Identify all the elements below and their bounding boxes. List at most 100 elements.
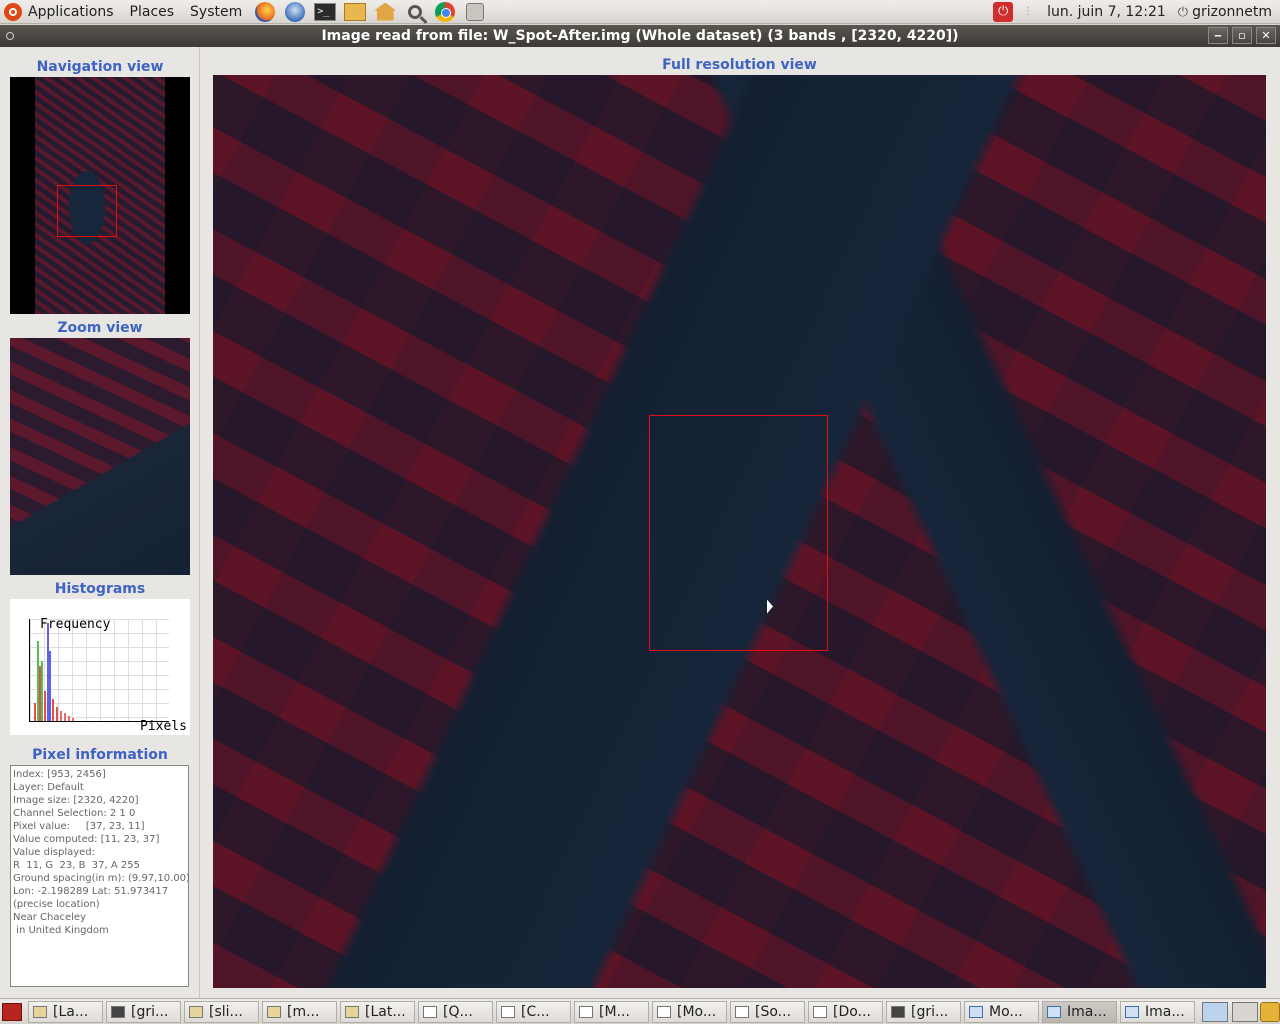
left-panel: Navigation view Zoom view Histograms Fre… bbox=[0, 47, 200, 998]
pixel-information-title: Pixel information bbox=[32, 747, 168, 763]
taskbar-item[interactable]: [Do... bbox=[808, 1000, 883, 1023]
taskbar-item-label: [gri... bbox=[911, 1003, 949, 1020]
taskbar-item[interactable]: [m... bbox=[262, 1000, 337, 1023]
applications-menu[interactable]: Applications bbox=[0, 0, 122, 24]
taskbar-item[interactable]: Mo... bbox=[964, 1000, 1039, 1023]
pixel-information-box: Index: [953, 2456] Layer: Default Image … bbox=[10, 765, 190, 987]
histogram-bar bbox=[44, 691, 46, 721]
pixel-info-line: Pixel value: [37, 23, 11] bbox=[13, 821, 145, 832]
histogram-bar bbox=[60, 711, 62, 721]
zoom-view-title: Zoom view bbox=[57, 320, 143, 336]
taskbar-item[interactable]: [gri... bbox=[886, 1000, 961, 1023]
pixel-info-line: (precise location) bbox=[13, 899, 100, 910]
terminal-icon: >_ bbox=[314, 2, 337, 21]
pixel-info-line: Value computed: [11, 23, 37] bbox=[13, 834, 160, 845]
pixel-info-line: R 11, G 23, B 37, A 255 bbox=[13, 860, 140, 871]
chrome-icon bbox=[435, 1, 456, 22]
taskbar-item[interactable]: [So... bbox=[730, 1000, 805, 1023]
taskbar-item[interactable]: Ima... bbox=[1120, 1000, 1195, 1023]
histogram-bar bbox=[72, 718, 74, 721]
home-folder-icon bbox=[374, 2, 397, 21]
file-manager-icon bbox=[344, 2, 367, 21]
clock[interactable]: lun. juin 7, 12:21 bbox=[1039, 4, 1174, 20]
taskbar-item-label: [m... bbox=[287, 1003, 320, 1020]
terminal-launcher[interactable]: >_ bbox=[313, 0, 337, 24]
window-titlebar[interactable]: Image read from file: W_Spot-After.img (… bbox=[0, 25, 1280, 47]
taskbar-item-label: Ima... bbox=[1067, 1003, 1107, 1020]
taskbar-item[interactable]: [Mo... bbox=[652, 1000, 727, 1023]
maximize-button[interactable]: ▫ bbox=[1232, 27, 1252, 44]
histogram-bar bbox=[64, 713, 66, 721]
editor-icon bbox=[579, 1005, 593, 1018]
taskbar-item-label: [gri... bbox=[131, 1003, 169, 1020]
histogram-axes bbox=[29, 619, 169, 722]
image-viewer-app: Navigation view Zoom view Histograms Fre… bbox=[0, 47, 1280, 998]
pixel-info-line: Value displayed: bbox=[13, 847, 96, 858]
search-launcher[interactable] bbox=[403, 0, 427, 24]
pixel-info-line: Layer: Default bbox=[13, 782, 84, 793]
zoom-view[interactable] bbox=[10, 338, 190, 575]
window-icon bbox=[969, 1005, 983, 1018]
trash-icon[interactable] bbox=[1260, 1001, 1280, 1022]
top-panel: Applications Places System >_ ⏻ ⋮ lun. j… bbox=[0, 0, 1280, 24]
taskbar-item[interactable]: [Lat... bbox=[340, 1000, 415, 1023]
show-desktop-button[interactable] bbox=[2, 1002, 22, 1021]
folder-icon bbox=[267, 1005, 281, 1018]
navigation-viewport-frame[interactable] bbox=[57, 185, 117, 237]
pixel-info-line: Channel Selection: 2 1 0 bbox=[13, 808, 136, 819]
thunderbird-launcher[interactable] bbox=[283, 0, 307, 24]
user-name: grizonnetm bbox=[1192, 3, 1272, 20]
firefox-launcher[interactable] bbox=[253, 0, 277, 24]
taskbar-item-label: Ima... bbox=[1145, 1003, 1185, 1020]
system-menu[interactable]: System bbox=[182, 0, 250, 24]
files-launcher[interactable] bbox=[343, 0, 367, 24]
terminal-icon bbox=[111, 1005, 125, 1018]
applications-menu-label: Applications bbox=[28, 3, 114, 20]
misc-launcher[interactable] bbox=[463, 0, 487, 24]
home-launcher[interactable] bbox=[373, 0, 397, 24]
mouse-pointer-icon bbox=[767, 599, 773, 617]
histogram-bar bbox=[41, 661, 43, 721]
navigation-view[interactable] bbox=[10, 77, 190, 314]
close-button[interactable]: ✕ bbox=[1256, 27, 1276, 44]
histogram-view: Frequency Pixels bbox=[10, 599, 190, 735]
folder-icon bbox=[345, 1005, 359, 1018]
window-icon bbox=[1047, 1005, 1061, 1018]
places-menu[interactable]: Places bbox=[122, 0, 183, 24]
histogram-bar bbox=[68, 716, 70, 721]
taskbar-item-label: [M... bbox=[599, 1003, 630, 1020]
full-resolution-title: Full resolution view bbox=[662, 57, 817, 73]
power-icon[interactable]: ⏻ bbox=[993, 1, 1014, 22]
pixel-info-line: Ground spacing(in m): (9.97,10.00) bbox=[13, 873, 190, 884]
folder-icon bbox=[33, 1005, 47, 1018]
taskbar-item[interactable]: [gri... bbox=[106, 1000, 181, 1023]
taskbar-item[interactable]: [M... bbox=[574, 1000, 649, 1023]
full-resolution-view[interactable] bbox=[213, 75, 1266, 988]
document-icon bbox=[423, 1005, 437, 1018]
taskbar-item[interactable]: [La... bbox=[28, 1000, 103, 1023]
taskbar-item-label: [Do... bbox=[833, 1003, 871, 1020]
chrome-launcher[interactable] bbox=[433, 0, 457, 24]
window-buttons: ‒ ▫ ✕ bbox=[1208, 27, 1276, 44]
taskbar-item[interactable]: [Q... bbox=[418, 1000, 493, 1023]
taskbar-item[interactable]: [sli... bbox=[184, 1000, 259, 1023]
pixel-info-line: Near Chaceley bbox=[13, 912, 86, 923]
power-user-icon: ⏻ bbox=[1177, 4, 1189, 20]
workspace-switcher-2[interactable] bbox=[1232, 1001, 1258, 1022]
user-menu[interactable]: ⏻ grizonnetm bbox=[1174, 4, 1280, 20]
zoom-region-frame[interactable] bbox=[649, 415, 828, 651]
histogram-bar bbox=[52, 699, 54, 721]
taskbar-item-label: [Lat... bbox=[365, 1003, 406, 1020]
histograms-title: Histograms bbox=[54, 581, 146, 597]
taskbar-item-label: [Q... bbox=[443, 1003, 473, 1020]
ubuntu-logo-icon bbox=[4, 2, 22, 21]
workspace-switcher-1[interactable] bbox=[1202, 1001, 1228, 1022]
pixel-info-line: Image size: [2320, 4220] bbox=[13, 795, 139, 806]
minimize-button[interactable]: ‒ bbox=[1208, 27, 1228, 44]
pixel-info-line: Lon: -2.198289 Lat: 51.973417 bbox=[13, 886, 169, 897]
bottom-taskbar: [La... [gri... [sli... [m... [Lat... [Q.… bbox=[0, 998, 1280, 1024]
taskbar-item[interactable]: [C... bbox=[496, 1000, 571, 1023]
histogram-bar bbox=[49, 651, 51, 721]
window-menu-icon[interactable] bbox=[6, 32, 14, 40]
taskbar-item-active[interactable]: Ima... bbox=[1042, 1000, 1117, 1023]
